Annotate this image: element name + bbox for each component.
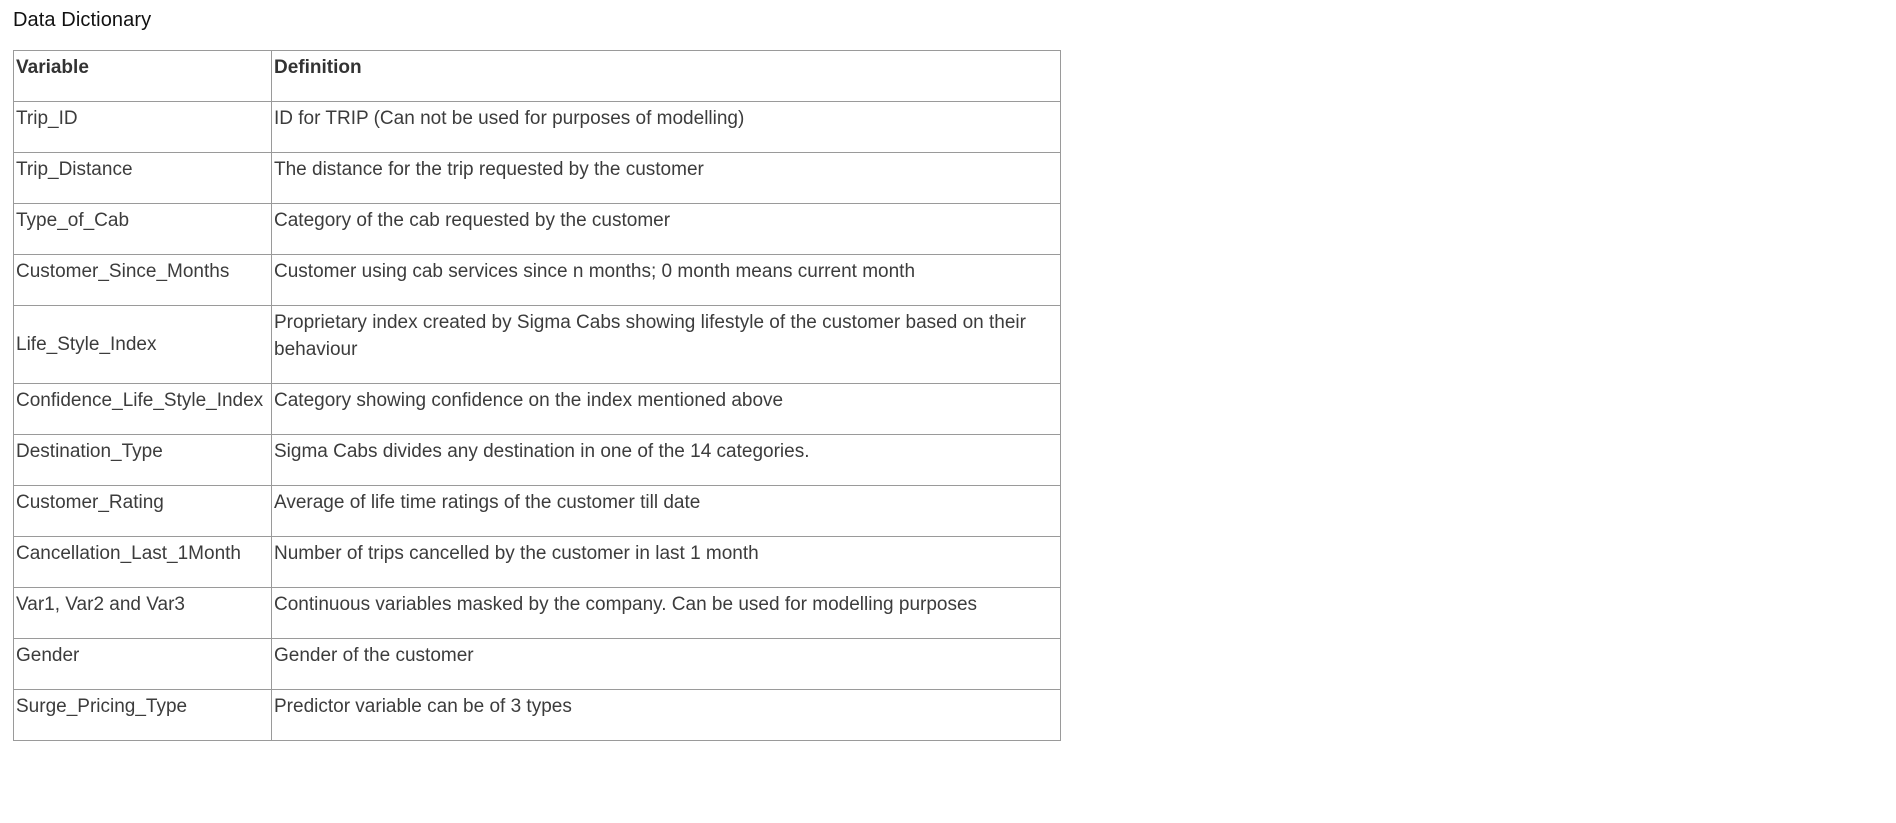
definition-cell: Number of trips cancelled by the custome… (271, 536, 1061, 588)
data-dictionary-table: Variable Definition Trip_ID ID for TRIP … (13, 50, 1061, 741)
variable-cell: Surge_Pricing_Type (13, 689, 272, 741)
column-header-variable: Variable (13, 50, 272, 102)
table-row: Customer_Rating Average of life time rat… (13, 485, 1061, 537)
column-header-definition: Definition (271, 50, 1061, 102)
definition-cell: Category of the cab requested by the cus… (271, 203, 1061, 255)
definition-cell: Average of life time ratings of the cust… (271, 485, 1061, 537)
variable-cell: Gender (13, 638, 272, 690)
variable-cell: Var1, Var2 and Var3 (13, 587, 272, 639)
page: Data Dictionary Variable Definition Trip… (0, 0, 1896, 823)
table-row: Confidence_Life_Style_Index Category sho… (13, 383, 1061, 435)
table-row: Destination_Type Sigma Cabs divides any … (13, 434, 1061, 486)
table-row: Customer_Since_Months Customer using cab… (13, 254, 1061, 306)
table-header-row: Variable Definition (13, 50, 1061, 102)
definition-cell: Proprietary index created by Sigma Cabs … (271, 305, 1061, 384)
table-row: Type_of_Cab Category of the cab requeste… (13, 203, 1061, 255)
definition-cell: The distance for the trip requested by t… (271, 152, 1061, 204)
definition-cell: Predictor variable can be of 3 types (271, 689, 1061, 741)
table-row: Life_Style_Index Proprietary index creat… (13, 305, 1061, 384)
variable-cell: Type_of_Cab (13, 203, 272, 255)
definition-cell: Gender of the customer (271, 638, 1061, 690)
table-row: Trip_Distance The distance for the trip … (13, 152, 1061, 204)
definition-cell: Continuous variables masked by the compa… (271, 587, 1061, 639)
variable-cell: Customer_Since_Months (13, 254, 272, 306)
table-row: Trip_ID ID for TRIP (Can not be used for… (13, 101, 1061, 153)
variable-cell: Trip_ID (13, 101, 272, 153)
variable-cell: Life_Style_Index (13, 305, 272, 384)
variable-cell: Confidence_Life_Style_Index (13, 383, 272, 435)
definition-cell: Customer using cab services since n mont… (271, 254, 1061, 306)
definition-cell: Category showing confidence on the index… (271, 383, 1061, 435)
table-row: Var1, Var2 and Var3 Continuous variables… (13, 587, 1061, 639)
variable-cell: Destination_Type (13, 434, 272, 486)
definition-cell: Sigma Cabs divides any destination in on… (271, 434, 1061, 486)
table-row: Gender Gender of the customer (13, 638, 1061, 690)
definition-cell: ID for TRIP (Can not be used for purpose… (271, 101, 1061, 153)
variable-cell: Cancellation_Last_1Month (13, 536, 272, 588)
table-row: Cancellation_Last_1Month Number of trips… (13, 536, 1061, 588)
variable-cell: Customer_Rating (13, 485, 272, 537)
page-title: Data Dictionary (13, 9, 152, 31)
variable-cell: Trip_Distance (13, 152, 272, 204)
table-row: Surge_Pricing_Type Predictor variable ca… (13, 689, 1061, 741)
